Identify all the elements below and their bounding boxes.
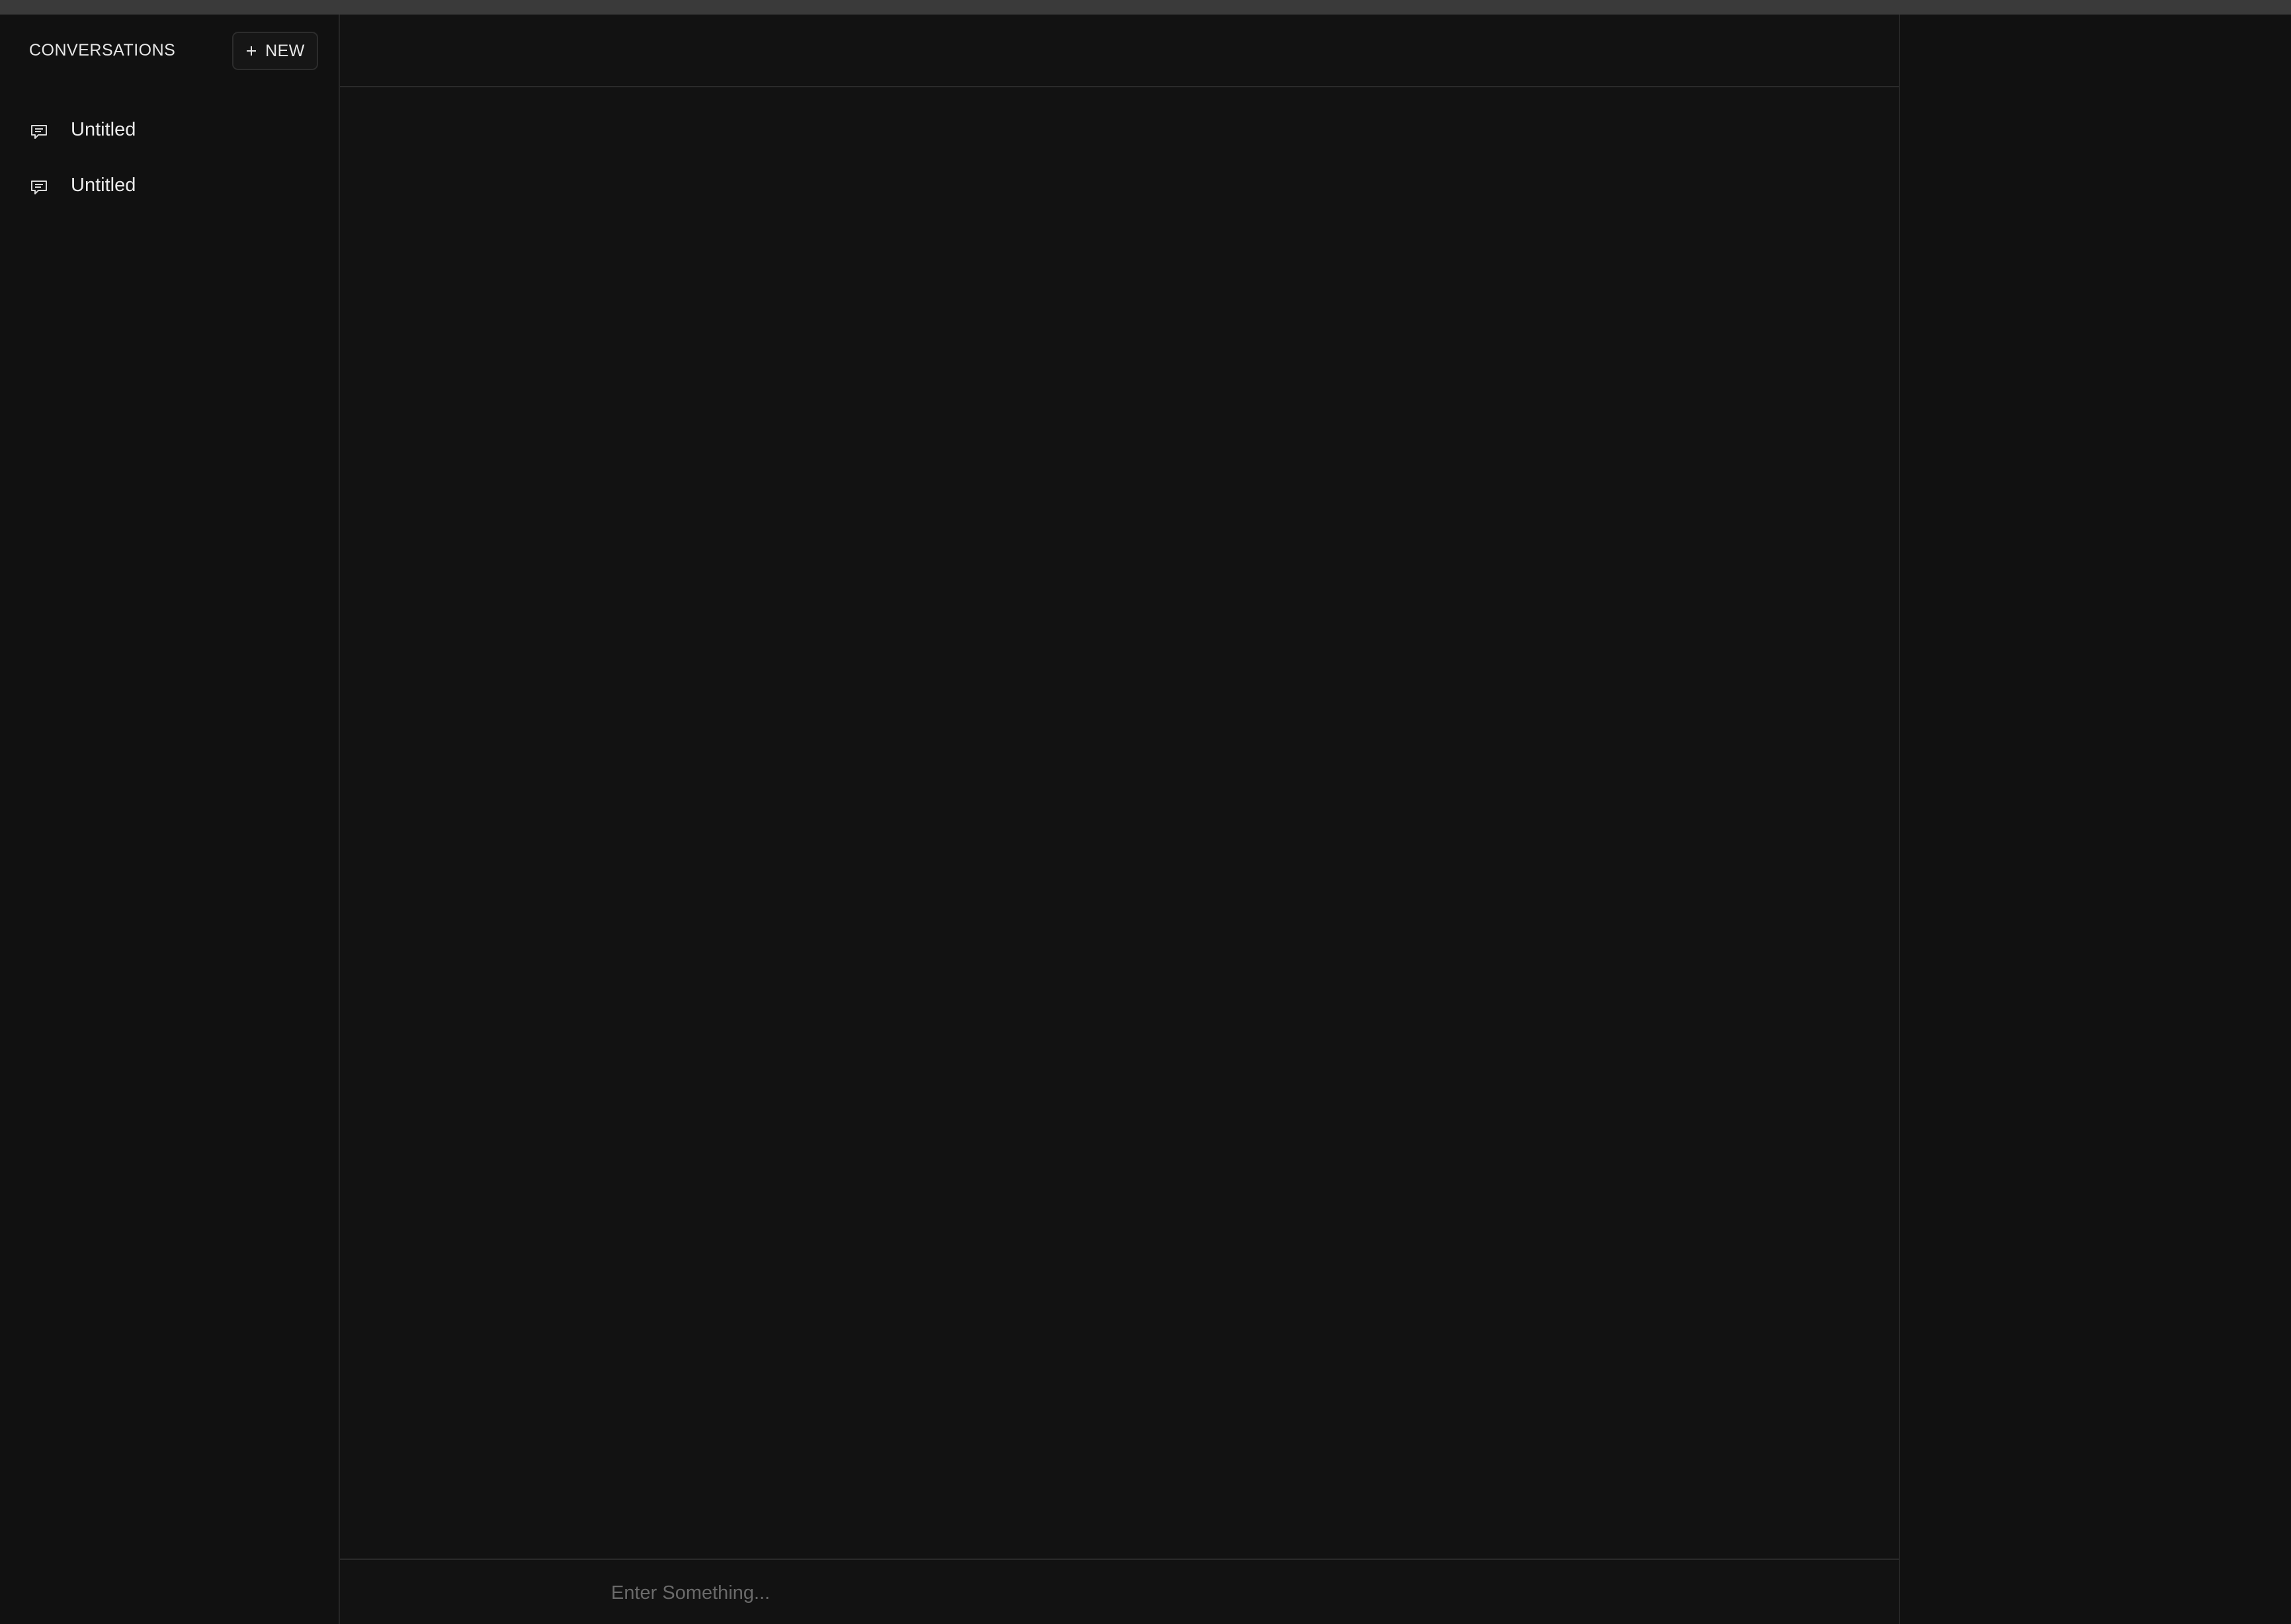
conversation-item[interactable]: Untitled — [0, 159, 339, 214]
sidebar-header: CONVERSATIONS NEW — [0, 15, 339, 81]
conversation-item[interactable]: Untitled — [0, 103, 339, 159]
message-input[interactable] — [611, 1573, 1802, 1613]
window-top-bar — [0, 0, 2291, 15]
conversation-title: Untitled — [71, 175, 136, 196]
conversation-list: Untitled Untitled — [0, 103, 339, 214]
conversation-title: Untitled — [71, 119, 136, 140]
new-conversation-button[interactable]: NEW — [232, 32, 318, 70]
message-composer — [340, 1559, 1899, 1624]
sidebar-title: CONVERSATIONS — [29, 41, 176, 60]
chat-bubble-icon — [31, 181, 47, 194]
plus-icon — [247, 46, 257, 56]
chat-bubble-icon — [31, 125, 47, 139]
new-button-label: NEW — [265, 41, 305, 60]
right-panel — [1900, 15, 2291, 1624]
conversations-sidebar: CONVERSATIONS NEW Untitled Untitled — [0, 15, 340, 1624]
chat-main-panel — [340, 15, 1900, 1624]
chat-header — [340, 15, 1899, 87]
